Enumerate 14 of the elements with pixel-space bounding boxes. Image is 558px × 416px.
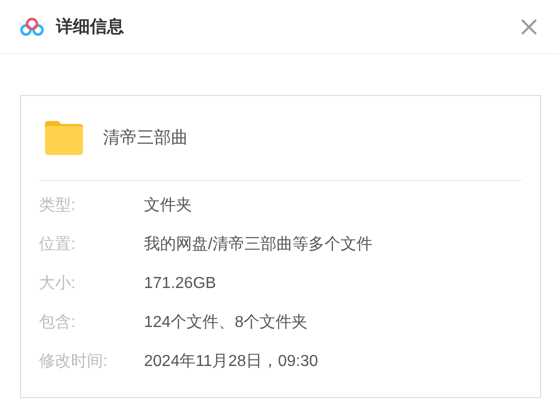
folder-icon [45, 121, 83, 155]
detail-value: 文件夹 [144, 196, 192, 216]
window-title: 详细信息 [56, 16, 124, 38]
detail-label: 类型: [39, 196, 76, 216]
detail-value: 124个文件、8个文件夹 [144, 312, 308, 332]
detail-label: 大小: [39, 274, 76, 294]
detail-label: 包含: [39, 312, 76, 332]
cloud-logo-icon [20, 16, 44, 36]
detail-label: 修改时间: [39, 352, 108, 372]
detail-value: 我的网盘/清帝三部曲等多个文件 [144, 234, 372, 254]
folder-name: 清帝三部曲 [103, 127, 188, 150]
detail-label: 位置: [39, 234, 76, 254]
detail-value: 171.26GB [144, 274, 216, 294]
detail-value: 2024年11月28日，09:30 [144, 352, 318, 372]
